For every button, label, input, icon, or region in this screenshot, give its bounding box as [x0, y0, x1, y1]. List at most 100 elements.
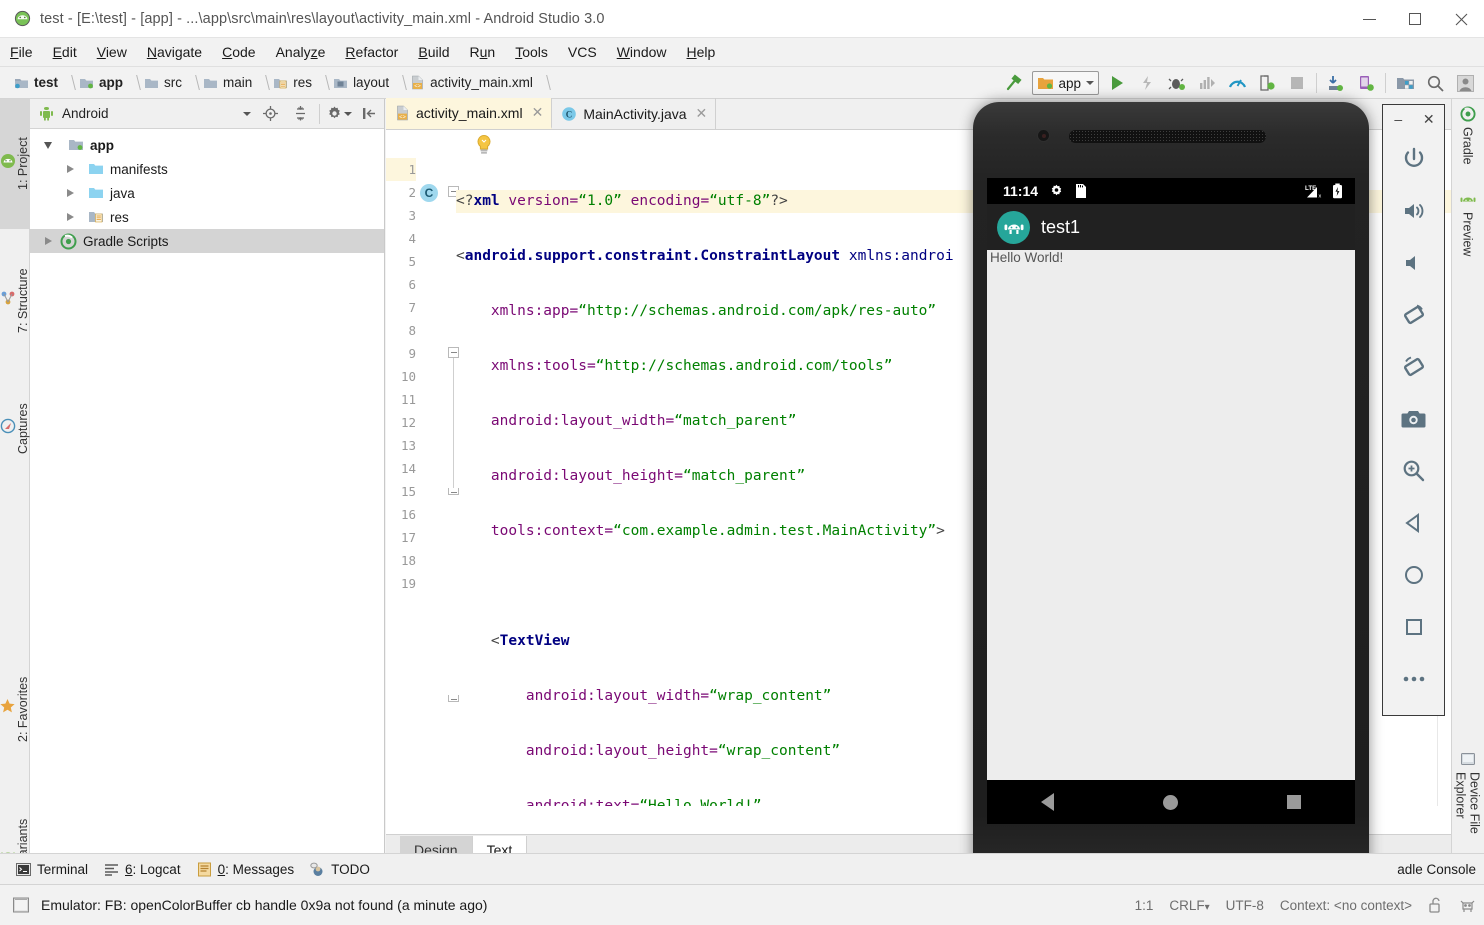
close-button[interactable] [1438, 0, 1484, 38]
menu-build[interactable]: Build [408, 41, 459, 63]
collapse-all-icon[interactable] [285, 100, 315, 128]
search-everywhere-button[interactable] [1420, 69, 1450, 97]
nav-home-icon[interactable] [1163, 795, 1178, 810]
run-configuration-selector[interactable]: app [1032, 71, 1099, 95]
lightbulb-icon[interactable] [474, 134, 494, 156]
user-account-button[interactable] [1450, 69, 1480, 97]
breadcrumb-item-res[interactable]: res [269, 67, 312, 99]
emulator-close-button[interactable]: ✕ [1416, 108, 1442, 130]
breadcrumb-item-test[interactable]: test [10, 67, 58, 99]
app-content-area[interactable]: Hello World! [987, 250, 1355, 780]
tab-activity-main-xml[interactable]: <> activity_main.xml ✕ [386, 98, 552, 129]
breadcrumb-item-activity-main-xml[interactable]: <> activity_main.xml [406, 67, 533, 99]
tree-expand-toggle[interactable] [62, 189, 78, 197]
profile-button[interactable] [1192, 69, 1222, 97]
breadcrumb-item-main[interactable]: main [199, 67, 252, 99]
tree-node-res[interactable]: res [30, 205, 384, 229]
caret-position[interactable]: 1:1 [1135, 898, 1154, 913]
maximize-button[interactable] [1392, 0, 1438, 38]
locate-target-icon[interactable] [255, 100, 285, 128]
overview-button[interactable] [1383, 601, 1444, 653]
nav-recents-icon[interactable] [1287, 795, 1301, 809]
tree-expand-toggle[interactable] [40, 142, 56, 149]
make-project-button[interactable] [999, 69, 1029, 97]
extended-controls-button[interactable] [1383, 653, 1444, 705]
menu-file[interactable]: File [0, 41, 43, 63]
menu-code[interactable]: Code [212, 41, 265, 63]
bottom-tab-terminal[interactable]: Terminal [16, 862, 88, 877]
power-button[interactable] [1383, 133, 1444, 185]
stop-button[interactable] [1282, 69, 1312, 97]
emulator-minimize-button[interactable]: – [1385, 108, 1411, 130]
bottom-tab-messages[interactable]: 0: Messages [197, 862, 295, 877]
device-file-explorer-icon [1460, 752, 1476, 767]
menu-run[interactable]: Run [460, 41, 506, 63]
menu-edit[interactable]: Edit [43, 41, 87, 63]
bottom-tab-todo[interactable]: TODO [310, 862, 370, 877]
rotate-right-button[interactable] [1383, 341, 1444, 393]
sidebar-item-captures[interactable]: Captures [0, 373, 30, 485]
tree-expand-toggle[interactable] [62, 213, 78, 221]
breadcrumb-item-app[interactable]: app [75, 67, 123, 99]
avd-monitor-button[interactable] [1222, 69, 1252, 97]
attach-debugger-button[interactable] [1252, 69, 1282, 97]
file-encoding[interactable]: UTF-8 [1226, 898, 1264, 913]
class-gutter-marker[interactable]: C [420, 184, 438, 202]
sidebar-item-device-file-explorer[interactable]: Device File Explorer [1451, 747, 1484, 865]
zoom-button[interactable] [1383, 445, 1444, 497]
tree-node-gradle-scripts[interactable]: Gradle Scripts [30, 229, 384, 253]
breadcrumb-item-src[interactable]: src [140, 67, 182, 99]
menu-vcs[interactable]: VCS [558, 41, 607, 63]
menu-window[interactable]: Window [607, 41, 677, 63]
sidebar-item-gradle[interactable]: Gradle [1451, 101, 1484, 170]
sidebar-item-project[interactable]: 1: Project [0, 99, 30, 229]
debug-button[interactable] [1162, 69, 1192, 97]
tree-node-manifests[interactable]: manifests [30, 157, 384, 181]
sdk-manager-button[interactable] [1390, 69, 1420, 97]
tree-node-java[interactable]: java [30, 181, 384, 205]
nav-back-icon[interactable] [1041, 793, 1054, 811]
menu-refactor[interactable]: Refactor [335, 41, 408, 63]
menu-view[interactable]: View [87, 41, 137, 63]
sidebar-item-preview[interactable]: Preview [1451, 187, 1484, 261]
emulator-screen[interactable]: 11:14 LTE x [987, 178, 1355, 824]
apply-changes-button[interactable] [1132, 69, 1162, 97]
favorites-star-icon [0, 698, 16, 714]
run-button[interactable] [1102, 69, 1132, 97]
event-log-icon[interactable] [12, 896, 30, 914]
screenshot-button[interactable] [1383, 393, 1444, 445]
volume-up-button[interactable] [1383, 185, 1444, 237]
tab-mainactivity-java[interactable]: C MainActivity.java ✕ [552, 98, 716, 129]
avd-manager-button[interactable] [1351, 69, 1381, 97]
bottom-tab-gradle-console[interactable]: adle Console [1397, 862, 1476, 877]
menu-analyze[interactable]: Analyze [266, 41, 336, 63]
rotate-left-button[interactable] [1383, 289, 1444, 341]
sidebar-item-favorites[interactable]: 2: Favorites [0, 639, 30, 779]
volume-down-button[interactable] [1383, 237, 1444, 289]
unlock-icon[interactable] [1428, 897, 1443, 913]
gear-icon[interactable] [324, 100, 354, 128]
close-icon[interactable]: ✕ [532, 104, 544, 121]
line-separator[interactable]: CRLF▾ [1169, 898, 1209, 913]
home-button[interactable] [1383, 549, 1444, 601]
back-button[interactable] [1383, 497, 1444, 549]
tree-node-app[interactable]: app [30, 133, 384, 157]
android-emulator-window[interactable]: 11:14 LTE x [973, 102, 1369, 912]
close-icon[interactable]: ✕ [696, 105, 708, 122]
layout-folder-icon [333, 76, 348, 90]
menu-navigate[interactable]: Navigate [137, 41, 212, 63]
tree-expand-toggle[interactable] [40, 237, 56, 245]
context-indicator[interactable]: Context: <no context> [1280, 898, 1412, 913]
tree-expand-toggle[interactable] [62, 165, 78, 173]
status-message[interactable]: Emulator: FB: openColorBuffer cb handle … [41, 897, 487, 913]
hide-panel-icon[interactable] [354, 100, 384, 128]
sidebar-item-structure[interactable]: 7: Structure [0, 231, 30, 371]
menu-help[interactable]: Help [677, 41, 726, 63]
inspection-icon[interactable] [1459, 897, 1476, 914]
minimize-button[interactable] [1346, 0, 1392, 38]
sync-project-button[interactable] [1321, 69, 1351, 97]
bottom-tab-logcat[interactable]: 6: Logcat [104, 862, 181, 877]
menu-tools[interactable]: Tools [505, 41, 558, 63]
breadcrumb-item-layout[interactable]: layout [329, 67, 389, 99]
chevron-down-icon[interactable] [243, 112, 251, 116]
